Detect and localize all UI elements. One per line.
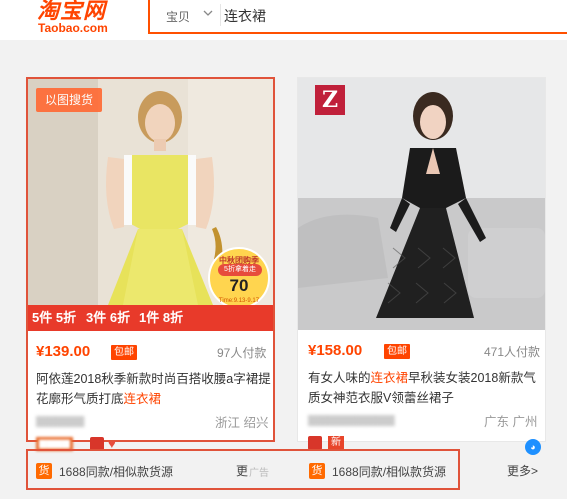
price: ¥139.00 (36, 343, 91, 360)
source-icon: 货 (36, 463, 52, 479)
sales-count: 471人付款 (484, 345, 541, 359)
more-link[interactable]: 更多> (507, 462, 538, 479)
product-title-text: 有女人味的 (308, 371, 371, 385)
promo-sticker: 中秋团购季 5折拿着走 70 Time:9.13-9.17 (208, 247, 270, 309)
shop-name-blurred[interactable]: ▆▆▆▆▆▆▆▆▆ (308, 411, 395, 426)
product-image[interactable]: 以图搜货 中秋团购季 5折拿着走 70 Time:9.13-9.17 5件 5折… (28, 79, 273, 331)
ad-label: 广告 (249, 468, 269, 479)
promo-sticker-date: Time:9.13-9.17 (218, 298, 260, 304)
promo-item: 1件 8折 (139, 310, 184, 325)
tmall-icon (308, 436, 322, 450)
search-type-select[interactable]: 宝贝 (166, 8, 190, 25)
logo-text-cn: 淘宝网 (37, 0, 107, 23)
dress-photo (298, 78, 545, 330)
search-input[interactable] (224, 5, 524, 27)
search-divider (220, 4, 221, 26)
promo-sticker-pill: 5折拿着走 (218, 264, 262, 276)
brand-logo: Z (315, 85, 345, 115)
logo-text-en: Taobao.com (38, 21, 108, 35)
source-label: 1688同款/相似款货源 (332, 465, 447, 479)
source-label: 1688同款/相似款货源 (59, 465, 174, 479)
promo-bar: 5件 5折 3件 6折 1件 8折 (28, 305, 273, 331)
free-shipping-tag: 包邮 (384, 344, 410, 359)
source-link[interactable]: 货 1688同款/相似款货源 (36, 459, 236, 485)
new-badge: 新 (328, 436, 344, 450)
title-keyword: 连衣裙 (370, 371, 409, 385)
header: 淘宝网 Taobao.com 宝贝 (0, 0, 567, 40)
sales-count: 97人付款 (217, 346, 267, 360)
promo-item: 3件 6折 (86, 310, 131, 325)
source-icon: 货 (309, 463, 325, 479)
title-keyword: 连衣裙 (123, 392, 162, 406)
location: 浙江 绍兴 (215, 416, 269, 430)
location: 广东 广州 (484, 415, 538, 429)
product-card[interactable]: 以图搜货 中秋团购季 5折拿着走 70 Time:9.13-9.17 5件 5折… (26, 77, 276, 451)
taobao-logo[interactable]: 淘宝网 Taobao.com (37, 0, 122, 40)
promo-item: 5件 5折 (32, 310, 77, 325)
image-search-badge[interactable]: 以图搜货 (36, 88, 102, 112)
more-link[interactable]: 更 (236, 462, 248, 479)
search-bar: 宝贝 (148, 0, 567, 34)
free-shipping-tag: 包邮 (111, 345, 137, 360)
chat-icon[interactable]: ◕ (525, 439, 541, 455)
shop-name-blurred[interactable]: ▆▆▆▆▆ (36, 412, 84, 427)
product-card[interactable]: Z ¥158.00 包邮 471人付款 有女人味的连衣裙早秋装女装2018新款气… (297, 77, 548, 450)
product-title[interactable]: 阿依莲2018秋季新款时尚百搭收腰a字裙提花廓形气质打底连衣裙 (36, 369, 276, 409)
promo-sticker-number: 70 (229, 276, 249, 295)
source-link[interactable]: 货 1688同款/相似款货源 (309, 459, 509, 485)
price: ¥158.00 (308, 342, 363, 359)
product-image[interactable]: Z (298, 78, 545, 330)
chevron-down-icon[interactable] (203, 8, 213, 18)
product-title[interactable]: 有女人味的连衣裙早秋装女装2018新款气质女神范衣服V领蕾丝裙子 (308, 368, 548, 408)
